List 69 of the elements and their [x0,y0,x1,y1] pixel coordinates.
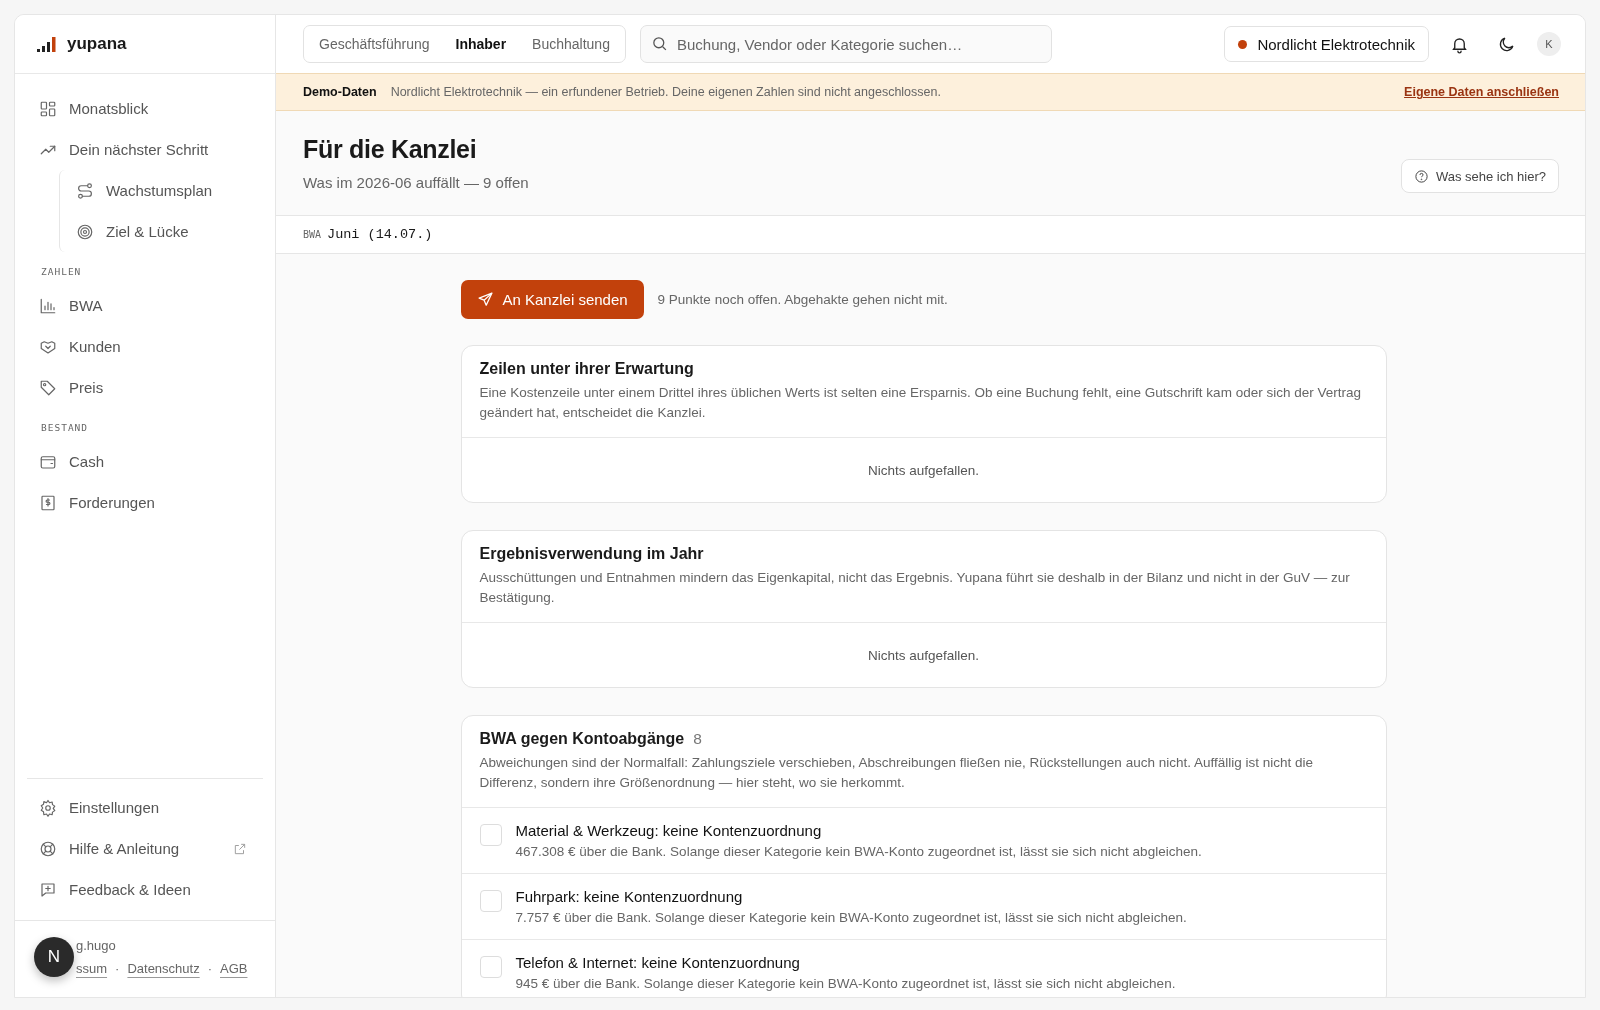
separator-dot: · [207,961,212,976]
empty-message: Nichts aufgefallen. [866,646,981,665]
period-tag: BWA [303,229,322,240]
sidebar-item[interactable]: Preis [27,367,263,408]
invoice-icon [39,493,57,512]
sidebar-item[interactable]: Hilfe & Anleitung [27,828,263,869]
separator-dot: · [115,961,120,976]
send-button[interactable]: An Kanzlei senden [460,280,644,319]
card-title: Ergebnisverwendung im Jahr [479,545,704,563]
footer-link[interactable]: AGB [220,961,248,976]
help-button[interactable]: Was sehe ich hier? [1400,159,1559,193]
banner-text: Nordlicht Elektrotechnik — ein erfundener Betrieb. Deine eigenen Zahlen sind nicht angeschlossen. [390,85,941,99]
send-icon [476,291,494,308]
footer-link[interactable]: ssum [76,961,108,976]
tag-icon [39,378,57,397]
role-tab[interactable]: Inhaber [443,29,519,59]
target-icon [76,222,94,241]
avatar[interactable]: K [1537,32,1561,56]
company-selector[interactable]: Nordlicht Elektrotechnik [1224,26,1429,62]
sidebar-item[interactable]: Ziel & Lücke [60,211,263,252]
sidebar-item[interactable]: Dein nächster Schritt [27,129,263,170]
sidebar-item[interactable]: BWA [27,285,263,326]
sidebar-item[interactable]: Cash [27,441,263,482]
card-description: Eine Kostenzeile unter einem Drittel ihres üblichen Werts ist selten eine Ersparnis. Ob eine Buchung fehlt, eine Gutschrift kam oder sich der Vertrag geändert hat, entscheidet die Kanzlei. [479,384,1362,422]
item-title: Fuhrpark: keine Kontenzuordnung [515,888,744,905]
footer-link[interactable]: Datenschutz [127,961,200,976]
card-count: 8 [693,730,702,748]
brand-name: yupana [67,34,127,54]
item-title: Telefon & Internet: keine Kontenzuordnung [515,954,801,971]
item-detail: 7.757 € über die Bank. Solange dieser Kategorie kein BWA-Konto zugeordnet ist, lässt sie sich nicht abgleichen. [515,910,1187,925]
checkbox[interactable] [479,890,502,912]
section-heading: ZAHLEN [40,265,83,279]
checkbox[interactable] [479,824,502,846]
checkbox[interactable] [479,956,502,978]
dev-badge[interactable]: N [34,937,74,977]
lifebuoy-icon [39,839,57,858]
page-subtitle: Was im 2026-06 auffällt — 9 offen [303,174,529,191]
action-note: 9 Punkte noch offen. Abgehakte gehen nicht mit. [657,292,948,307]
role-tab[interactable]: Geschäftsführung [307,29,442,59]
logo-icon [37,36,59,52]
sidebar-item[interactable]: Wachstumsplan [60,170,263,211]
sidebar-item[interactable]: Feedback & Ideen [27,869,263,910]
search-icon [650,35,668,52]
sidebar-item[interactable]: Einstellungen [27,787,263,828]
credit-text: g.hugo [76,938,117,953]
card-description: Abweichungen sind der Normalfall: Zahlungsziele verschieben, Abschreibungen fließen nie, Rückstellungen auch nicht. Auffällig ist nicht die Differenz, sondern ihre Größenordnung — hier steht, wo sie herkommt. [479,754,1314,792]
sidebar-item[interactable]: Forderungen [27,482,263,523]
card-title: Zeilen unter ihrer Erwartung [479,360,694,378]
grid-icon [39,99,57,118]
banner-link[interactable]: Eigene Daten anschließen [1404,85,1559,99]
banner-label: Demo-Daten [303,85,377,99]
empty-message: Nichts aufgefallen. [866,461,981,480]
chart-icon [39,296,57,315]
gear-icon [39,798,57,817]
page-title: Für die Kanzlei [303,135,478,164]
route-icon [76,181,94,200]
period-value: Juni (14.07.) [327,227,433,242]
item-detail: 467.308 € über die Bank. Solange dieser Kategorie kein BWA-Konto zugeordnet ist, lässt sie sich nicht abgleichen. [515,844,1202,859]
card-title: BWA gegen Kontoabgänge [479,730,685,748]
role-tab[interactable]: Buchhaltung [520,29,622,59]
card-description: Ausschüttungen und Entnahmen mindern das Eigenkapital, nicht das Ergebnis. Yupana führt sie deshalb in der Bilanz und nicht in der GuV — zur Bestätigung. [479,569,1351,607]
help-icon [1413,168,1429,184]
section-heading: BESTAND [40,421,90,435]
item-title: Material & Werkzeug: keine Kontenzuordnung [515,822,823,839]
feedback-icon [39,880,57,899]
sidebar-item[interactable]: Monatsblick [27,88,263,129]
item-detail: 945 € über die Bank. Solange dieser Kategorie kein BWA-Konto zugeordnet ist, lässt sie sich nicht abgleichen. [515,976,1176,991]
search-field[interactable]: Buchung, Vendor oder Kategorie suchen… [639,25,1052,63]
sidebar-item[interactable]: Kunden [27,326,263,367]
